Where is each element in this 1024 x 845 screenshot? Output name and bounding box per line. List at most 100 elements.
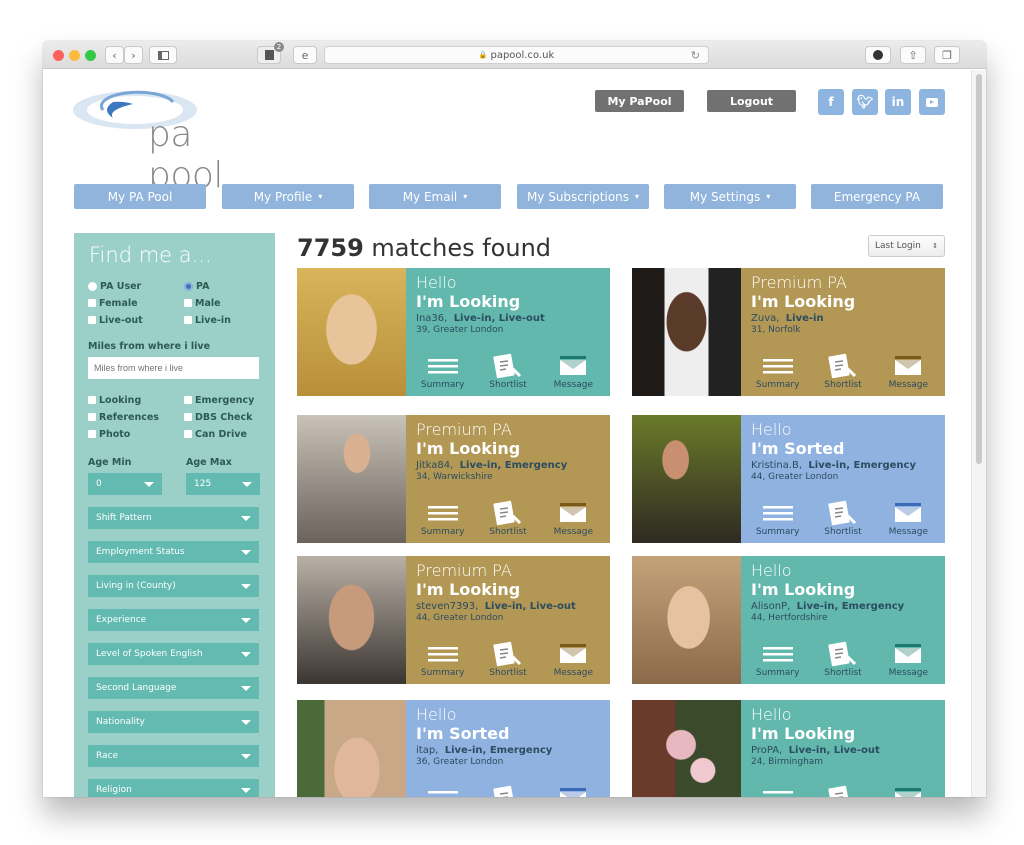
message-button[interactable]: Message bbox=[542, 355, 604, 390]
share-button[interactable]: ⇧ bbox=[900, 46, 926, 64]
linkedin-button[interactable]: in bbox=[885, 89, 911, 115]
summary-button[interactable]: Summary bbox=[412, 355, 474, 390]
profile-photo[interactable] bbox=[297, 415, 406, 543]
summary-button[interactable]: Summary bbox=[747, 643, 809, 678]
profile-card[interactable]: Hello I'm Sorted Kristina.B, Live-in, Emer… bbox=[632, 415, 945, 543]
scrollbar-thumb[interactable] bbox=[976, 74, 982, 464]
profile-card[interactable]: Premium PA I'm Looking steven7393, Live-in… bbox=[297, 556, 610, 684]
radio-pa[interactable]: PA bbox=[184, 279, 280, 293]
summary-button[interactable]: Summary bbox=[412, 787, 474, 797]
nav-my-pa-pool[interactable]: My PA Pool bbox=[74, 184, 206, 209]
downloads-button[interactable] bbox=[865, 46, 891, 64]
nav-my-settings[interactable]: My Settings ▾ bbox=[664, 184, 796, 209]
checkbox-looking[interactable]: Looking bbox=[88, 393, 184, 407]
tabs-button[interactable]: ❐ bbox=[934, 46, 960, 64]
card-username[interactable]: Jitka84 bbox=[416, 460, 450, 471]
extension-button[interactable]: e bbox=[293, 46, 317, 64]
youtube-button[interactable] bbox=[919, 89, 945, 115]
profile-photo[interactable] bbox=[297, 556, 406, 684]
filter-select-race[interactable]: Race bbox=[88, 745, 259, 767]
filter-select-religion[interactable]: Religion bbox=[88, 779, 259, 797]
card-username[interactable]: itap bbox=[416, 745, 435, 756]
checkbox-emergency[interactable]: Emergency bbox=[184, 393, 280, 407]
shortlist-button[interactable]: Shortlist bbox=[812, 353, 874, 390]
radio-pa-user[interactable]: PA User bbox=[88, 279, 184, 293]
summary-button[interactable]: Summary bbox=[747, 787, 809, 797]
profile-card[interactable]: Hello I'm Sorted itap, Live-in, Emergency 3… bbox=[297, 700, 610, 797]
back-button[interactable]: ‹ bbox=[105, 46, 124, 64]
facebook-button[interactable]: f bbox=[818, 89, 844, 115]
message-button[interactable]: Message bbox=[542, 643, 604, 678]
filter-select-level-of-spoken-english[interactable]: Level of Spoken English bbox=[88, 643, 259, 665]
shortlist-button[interactable]: Shortlist bbox=[812, 785, 874, 797]
reader-button[interactable]: 2 bbox=[257, 42, 284, 64]
nav-my-subscriptions[interactable]: My Subscriptions ▾ bbox=[517, 184, 649, 209]
nav-emergency-pa[interactable]: Emergency PA bbox=[811, 184, 943, 209]
summary-button[interactable]: Summary bbox=[412, 643, 474, 678]
checkbox-female[interactable]: Female bbox=[88, 296, 184, 310]
card-username[interactable]: Zuva bbox=[751, 313, 776, 324]
checkbox-dbs-check[interactable]: DBS Check bbox=[184, 410, 280, 424]
shortlist-button[interactable]: Shortlist bbox=[812, 641, 874, 678]
nav-my-email[interactable]: My Email ▾ bbox=[369, 184, 501, 209]
filter-select-living-in-county[interactable]: Living in (County) bbox=[88, 575, 259, 597]
checkbox-live-out[interactable]: Live-out bbox=[88, 313, 184, 327]
card-username[interactable]: steven7393 bbox=[416, 601, 475, 612]
summary-button[interactable]: Summary bbox=[747, 355, 809, 390]
checkbox-male[interactable]: Male bbox=[184, 296, 280, 310]
profile-card[interactable]: Hello I'm Looking ProPA, Live-in, Live-out… bbox=[632, 700, 945, 797]
message-button[interactable]: Message bbox=[877, 355, 939, 390]
checkbox-live-in[interactable]: Live-in bbox=[184, 313, 280, 327]
miles-input[interactable] bbox=[88, 357, 259, 379]
filter-select-shift-pattern[interactable]: Shift Pattern bbox=[88, 507, 259, 529]
address-bar[interactable]: 🔒 papool.co.uk ↻ bbox=[324, 46, 709, 64]
profile-photo[interactable] bbox=[632, 415, 741, 543]
reload-icon[interactable]: ↻ bbox=[691, 49, 700, 62]
profile-photo[interactable] bbox=[632, 268, 741, 396]
filter-select-nationality[interactable]: Nationality bbox=[88, 711, 259, 733]
message-button[interactable]: Message bbox=[542, 787, 604, 797]
shortlist-button[interactable]: Shortlist bbox=[477, 353, 539, 390]
shortlist-button[interactable]: Shortlist bbox=[477, 500, 539, 537]
message-button[interactable]: Message bbox=[542, 502, 604, 537]
profile-photo[interactable] bbox=[297, 700, 406, 797]
shortlist-button[interactable]: Shortlist bbox=[812, 500, 874, 537]
my-papool-button[interactable]: My PaPool bbox=[595, 90, 684, 112]
summary-button[interactable]: Summary bbox=[747, 502, 809, 537]
checkbox-photo[interactable]: Photo bbox=[88, 427, 184, 441]
papool-logo[interactable]: pa pool bbox=[73, 88, 263, 196]
close-window-button[interactable] bbox=[53, 50, 64, 61]
checkbox-can-drive[interactable]: Can Drive bbox=[184, 427, 280, 441]
age-min-select[interactable]: 0 bbox=[88, 473, 162, 495]
twitter-button[interactable]: 🐦︎ bbox=[852, 89, 878, 115]
filter-select-second-language[interactable]: Second Language bbox=[88, 677, 259, 699]
minimize-window-button[interactable] bbox=[69, 50, 80, 61]
zoom-window-button[interactable] bbox=[85, 50, 96, 61]
filter-select-experience[interactable]: Experience bbox=[88, 609, 259, 631]
card-username[interactable]: Kristina.B bbox=[751, 460, 799, 471]
page-scrollbar[interactable] bbox=[971, 70, 986, 797]
profile-card[interactable]: Premium PA I'm Looking Zuva, Live-in 31, No… bbox=[632, 268, 945, 396]
profile-card[interactable]: Premium PA I'm Looking Jitka84, Live-in, E… bbox=[297, 415, 610, 543]
shortlist-button[interactable]: Shortlist bbox=[477, 785, 539, 797]
forward-button[interactable]: › bbox=[124, 46, 143, 64]
card-username[interactable]: AlisonP bbox=[751, 601, 787, 612]
summary-button[interactable]: Summary bbox=[412, 502, 474, 537]
message-button[interactable]: Message bbox=[877, 643, 939, 678]
sort-select[interactable]: Last Login ⇕ bbox=[868, 235, 945, 257]
profile-photo[interactable] bbox=[632, 700, 741, 797]
profile-photo[interactable] bbox=[297, 268, 406, 396]
filter-select-employment-status[interactable]: Employment Status bbox=[88, 541, 259, 563]
checkbox-references[interactable]: References bbox=[88, 410, 184, 424]
profile-card[interactable]: Hello I'm Looking AlisonP, Live-in, Emerge… bbox=[632, 556, 945, 684]
shortlist-button[interactable]: Shortlist bbox=[477, 641, 539, 678]
card-username[interactable]: Ina36 bbox=[416, 313, 444, 324]
profile-card[interactable]: Hello I'm Looking Ina36, Live-in, Live-out… bbox=[297, 268, 610, 396]
nav-my-profile[interactable]: My Profile ▾ bbox=[222, 184, 354, 209]
logout-button[interactable]: Logout bbox=[707, 90, 796, 112]
age-max-select[interactable]: 125 bbox=[186, 473, 260, 495]
message-button[interactable]: Message bbox=[877, 502, 939, 537]
message-button[interactable]: Message bbox=[877, 787, 939, 797]
card-username[interactable]: ProPA bbox=[751, 745, 779, 756]
sidebar-toggle-button[interactable] bbox=[149, 46, 177, 64]
